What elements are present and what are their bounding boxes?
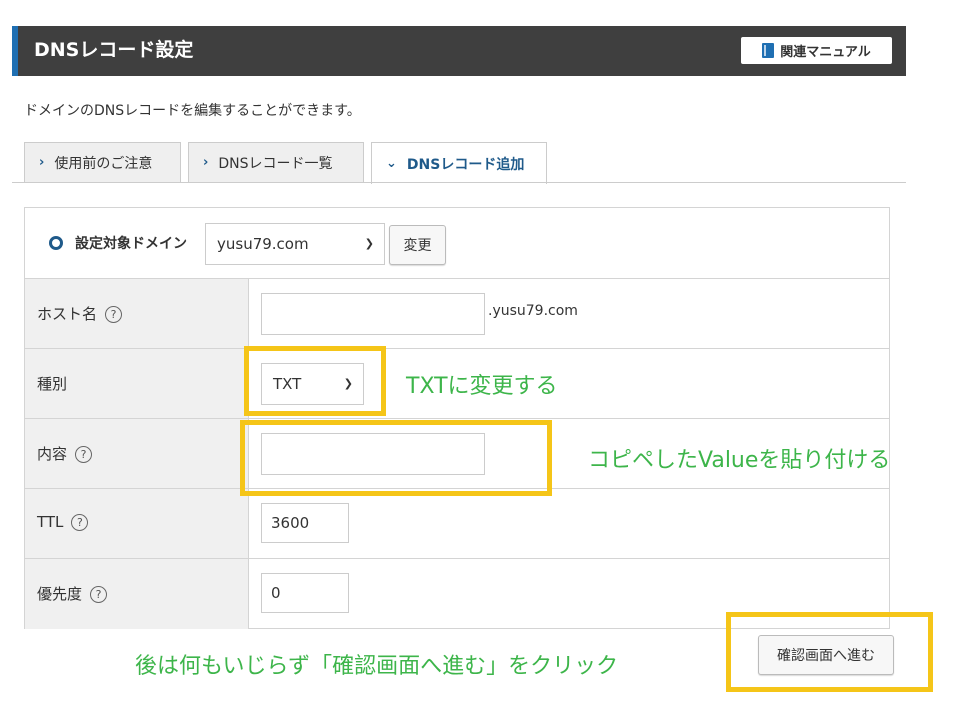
type-label-cell: 種別 [25,349,249,418]
tab-dns-record-list[interactable]: › DNSレコード一覧 [188,142,364,182]
type-annotation: TXTに変更する [406,374,558,399]
chevron-right-icon: › [39,155,45,170]
ttl-row: TTL? 3600 [25,489,889,559]
host-label-cell: ホスト名? [25,279,249,348]
chevron-right-icon: › [203,155,209,170]
ttl-label: TTL? [37,513,89,531]
tab-label: DNSレコード追加 [406,156,525,173]
priority-label: 優先度? [37,583,108,604]
help-icon[interactable]: ? [75,446,93,463]
page-description: ドメインのDNSレコードを編集することができます。 [24,103,361,119]
content-label-cell: 内容? [25,419,249,488]
dns-record-form: 設定対象ドメイン yusu79.com ❯ 変更 ホスト名? .yusu79.c… [24,207,890,629]
target-domain-label: 設定対象ドメイン [75,236,187,252]
ttl-label-cell: TTL? [25,489,249,558]
help-icon[interactable]: ? [90,586,108,603]
priority-label-cell: 優先度? [25,559,249,629]
domain-select-value: yusu79.com [217,235,309,253]
submit-highlight-box [726,612,933,692]
host-domain-suffix: .yusu79.com [488,303,578,319]
related-manual-button[interactable]: 関連マニュアル [741,37,892,64]
help-icon[interactable]: ? [71,514,89,531]
tab-dns-record-add[interactable]: ⌄ DNSレコード追加 [371,142,547,184]
help-icon[interactable]: ? [105,306,123,323]
chevron-down-icon: ⌄ [386,156,397,171]
domain-select[interactable]: yusu79.com ❯ [205,223,385,265]
page-title: DNSレコード設定 [34,39,194,61]
host-label: ホスト名? [37,303,123,324]
type-highlight-box [244,346,386,416]
related-manual-label: 関連マニュアル [780,45,871,60]
header-accent-bar [12,26,18,76]
chevron-down-icon: ❯ [364,237,374,250]
tabs-divider [12,182,906,183]
content-annotation: コピペしたValueを貼り付ける [588,448,891,473]
change-domain-button[interactable]: 変更 [389,225,446,265]
content-label: 内容? [37,443,93,464]
book-icon [762,43,775,58]
tab-label: DNSレコード一覧 [218,155,333,172]
content-highlight-box [240,420,552,496]
target-domain-row: 設定対象ドメイン yusu79.com ❯ 変更 [25,208,889,279]
page-header: DNSレコード設定 関連マニュアル [12,26,906,76]
ring-bullet-icon [49,236,63,250]
tab-precautions[interactable]: › 使用前のご注意 [24,142,181,182]
type-label: 種別 [37,375,68,393]
priority-input[interactable]: 0 [261,573,349,613]
tab-label: 使用前のご注意 [54,155,153,172]
host-input[interactable] [261,293,485,335]
ttl-input[interactable]: 3600 [261,503,349,543]
host-row: ホスト名? .yusu79.com [25,279,889,349]
submit-annotation: 後は何もいじらず「確認画面へ進む」をクリック [135,654,619,679]
